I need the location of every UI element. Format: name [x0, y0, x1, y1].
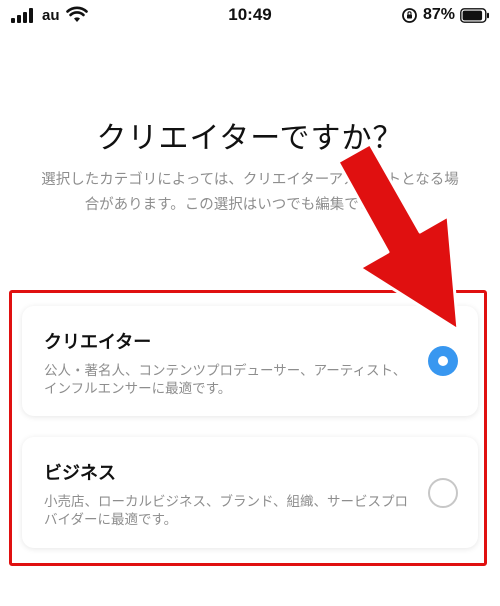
status-right: 87% — [401, 6, 490, 24]
page-subtitle: 選択したカテゴリによっては、クリエイターアカウントとなる場合があります。この選択… — [41, 172, 459, 213]
highlight-box — [9, 290, 487, 566]
battery-percent: 87% — [422, 6, 455, 23]
status-bar: au 10:49 87% — [0, 0, 500, 32]
rotation-lock-icon — [401, 7, 418, 24]
battery-icon — [460, 7, 490, 23]
page-title: クリエイターですか？ — [96, 121, 404, 156]
